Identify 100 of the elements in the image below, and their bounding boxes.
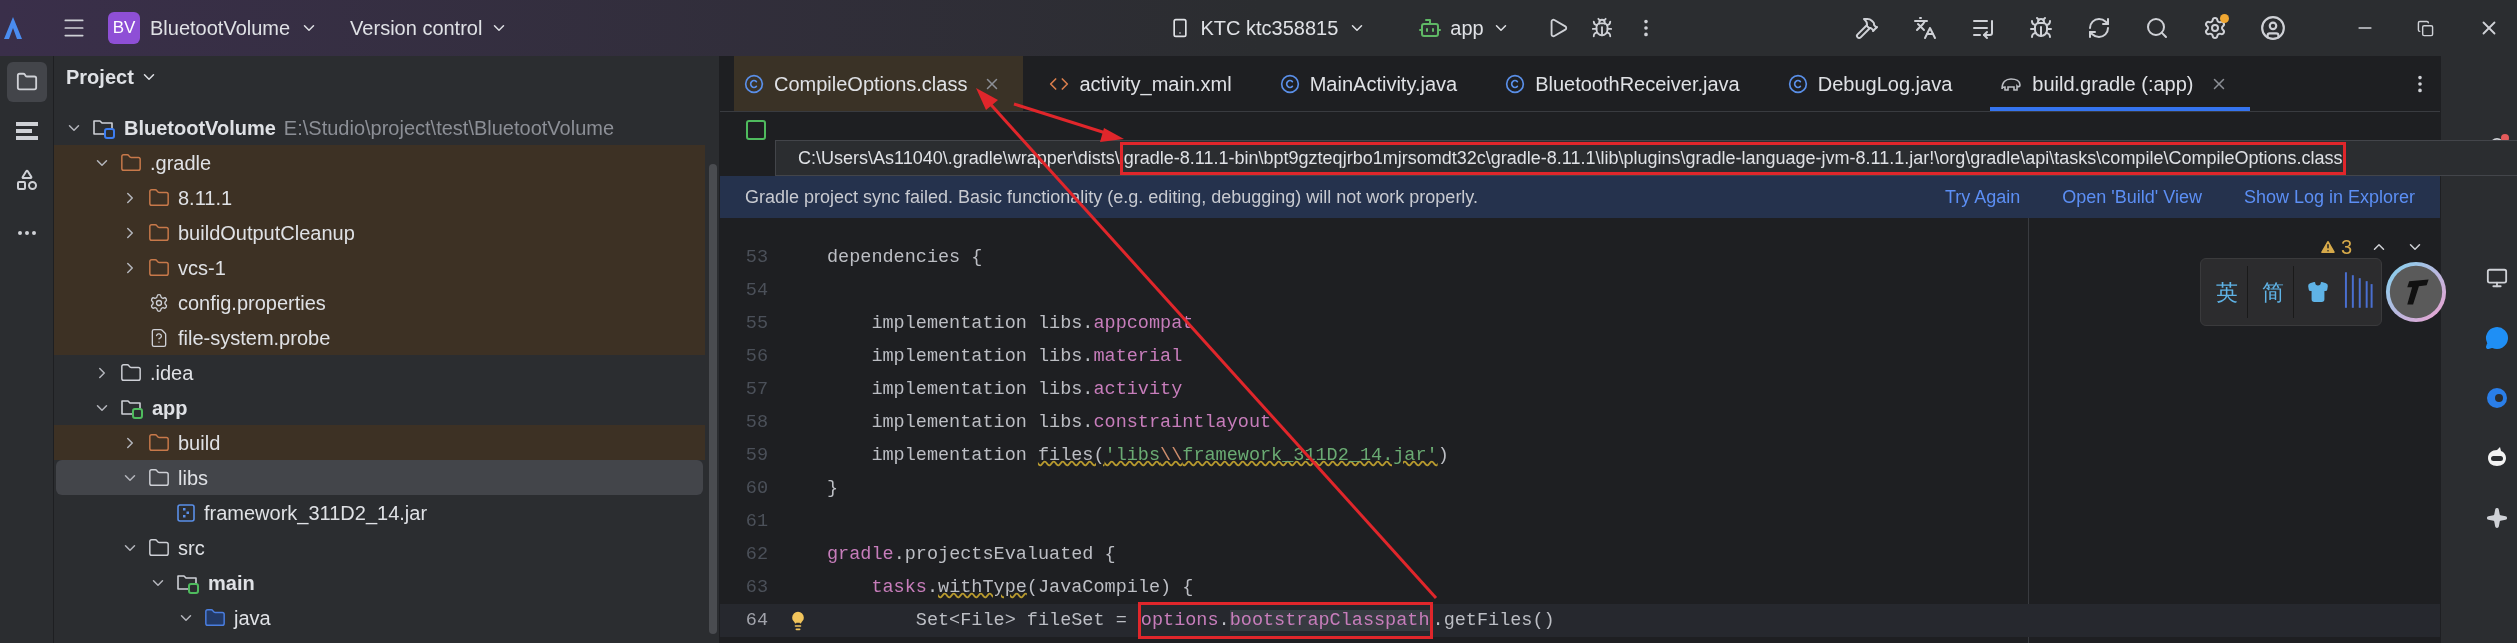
- account-icon[interactable]: [2260, 15, 2286, 41]
- code-token: }: [827, 476, 839, 501]
- ime-button[interactable]: 英: [2207, 266, 2249, 318]
- tree-row[interactable]: java: [54, 600, 705, 635]
- tree-row[interactable]: .idea: [54, 355, 705, 390]
- debug-icon[interactable]: [1590, 17, 1613, 39]
- tree-item-label: buildOutputCleanup: [178, 220, 355, 246]
- warning-icon[interactable]: [2318, 238, 2337, 256]
- code-token: files(: [1037, 443, 1105, 468]
- tree-item-label: src: [178, 535, 205, 561]
- code-token: .: [926, 575, 939, 600]
- jar-file-icon: [176, 502, 196, 523]
- device-selector[interactable]: KTC ktc358815: [1164, 8, 1373, 48]
- code-token: material: [1093, 344, 1183, 369]
- folder-icon: [120, 361, 142, 384]
- tree-item-label: BluetootVolume: [124, 115, 276, 141]
- tree-row[interactable]: app: [54, 390, 705, 425]
- tree-item-label: framework_311D2_14.jar: [204, 500, 428, 527]
- question-file-icon: [149, 327, 169, 348]
- folder-icon: [148, 431, 170, 454]
- config-name: app: [1450, 16, 1484, 41]
- folder-icon: [15, 71, 38, 93]
- tree-row[interactable]: vcs-1: [54, 250, 705, 285]
- tree-item-label: java: [234, 605, 271, 631]
- editor-tab[interactable]: build.gradle (:app): [1990, 56, 2250, 111]
- editor-tab[interactable]: activity_main.xml: [1039, 56, 1254, 111]
- code-token: options: [1140, 609, 1219, 631]
- plugin-logo-icon[interactable]: [13, 120, 40, 142]
- tree-row[interactable]: config.properties: [54, 285, 705, 320]
- app-logo-icon[interactable]: [2, 15, 24, 41]
- hammer-icon[interactable]: [1855, 16, 1879, 40]
- shapes-icon[interactable]: [14, 168, 39, 192]
- tree-item-label: file-system.probe: [178, 325, 331, 351]
- tree-item-label: libs: [178, 465, 208, 491]
- class-icon: [1787, 73, 1808, 94]
- code-token: bootstrapClasspath: [1229, 609, 1430, 631]
- code-token: implementation libs.: [870, 344, 1094, 369]
- tree-item-label: vcs-1: [178, 255, 226, 281]
- class-icon: [1279, 73, 1300, 94]
- folder-icon: [148, 536, 170, 559]
- tree-item-label: main: [208, 570, 255, 596]
- editor-tab[interactable]: CompileOptions.class: [734, 56, 1024, 111]
- search-icon[interactable]: [2145, 16, 2169, 40]
- device-manager-icon[interactable]: [2486, 267, 2508, 289]
- run-config-selector[interactable]: app: [1412, 8, 1516, 48]
- shirt-icon[interactable]: [2306, 281, 2329, 303]
- folder-icon: [148, 256, 170, 279]
- tree-item-label: config.properties: [178, 290, 326, 316]
- annotated-file-path: gradle-8.11.1-bin\bpt9gzteqjrbo1mjrsomdt32c\gradle-8.11.1\lib\plugins\gradle-language-jvm-8.11.1.jar!\org\gradle\api\tasks\compile\CompileOptions.class: [1119, 141, 2347, 175]
- warning-count[interactable]: 3: [2340, 232, 2352, 262]
- code-token: withType: [938, 575, 1027, 600]
- project-switcher[interactable]: BV BluetootVolume: [102, 8, 325, 48]
- banner-link[interactable]: Try Again: [1944, 183, 2021, 211]
- project-tool-button[interactable]: [6, 62, 47, 102]
- editor-tab[interactable]: BluetoothReceiver.java: [1495, 56, 1762, 111]
- code-token: tasks: [870, 575, 927, 600]
- tree-row[interactable]: buildOutputCleanup: [54, 215, 705, 250]
- gear-icon: [149, 292, 169, 313]
- editor-tab[interactable]: DebugLog.java: [1777, 56, 1975, 111]
- code-token: 'libs: [1104, 443, 1161, 468]
- sparkle-icon[interactable]: [2486, 507, 2508, 529]
- bug-icon[interactable]: [2029, 16, 2053, 40]
- code-token: .projectsEvaluated {: [893, 542, 1116, 567]
- tree-item-label: build: [178, 430, 221, 456]
- tree-row[interactable]: main: [54, 565, 705, 600]
- swirl-logo-icon[interactable]: [2485, 386, 2509, 410]
- translate-icon[interactable]: [1913, 16, 1937, 40]
- restore-icon[interactable]: [2416, 19, 2434, 37]
- code-token: constraintlayout: [1093, 410, 1272, 435]
- tree-row[interactable]: 8.11.1: [54, 180, 705, 215]
- ime-button[interactable]: 简: [2252, 266, 2294, 318]
- code-token: ): [1437, 443, 1449, 468]
- code-token: dependencies {: [827, 245, 983, 270]
- settings-icon[interactable]: [2203, 16, 2227, 40]
- tree-row[interactable]: BluetootVolume E:\Studio\project\test\BluetootVolume: [54, 110, 705, 145]
- tree-row[interactable]: file-system.probe: [54, 320, 705, 355]
- sync-icon[interactable]: [2087, 16, 2111, 40]
- code-token: implementation libs.: [870, 311, 1094, 336]
- tree-item-label: .idea: [150, 360, 194, 386]
- tree-row[interactable]: .gradle: [54, 145, 705, 180]
- banner-link[interactable]: Show Log in Explorer: [2243, 183, 2415, 211]
- robot-icon: [1418, 16, 1443, 40]
- folder-icon: [148, 186, 170, 209]
- tree-row[interactable]: framework_311D2_14.jar: [54, 495, 705, 530]
- device-name: KTC ktc358815: [1200, 16, 1339, 41]
- tree-row[interactable]: build: [54, 425, 705, 460]
- tree-row[interactable]: libs: [56, 460, 703, 495]
- chat-bubble-icon[interactable]: [2485, 326, 2509, 350]
- code-token: implementation libs.: [870, 410, 1094, 435]
- module-badge-icon: [746, 120, 766, 140]
- code-token: implementation: [870, 443, 1028, 468]
- logo-circle-icon[interactable]: [2384, 260, 2448, 324]
- project-badge: BV: [108, 12, 140, 44]
- banner-link[interactable]: Open 'Build' View: [2062, 183, 2202, 211]
- tree-row[interactable]: src: [54, 530, 705, 565]
- scrollbar[interactable]: [709, 164, 717, 634]
- project-view-selector[interactable]: Project: [66, 62, 158, 92]
- editor-tab[interactable]: MainActivity.java: [1269, 56, 1480, 111]
- folder-icon: [148, 221, 170, 244]
- version-control-menu[interactable]: Version control: [344, 8, 515, 48]
